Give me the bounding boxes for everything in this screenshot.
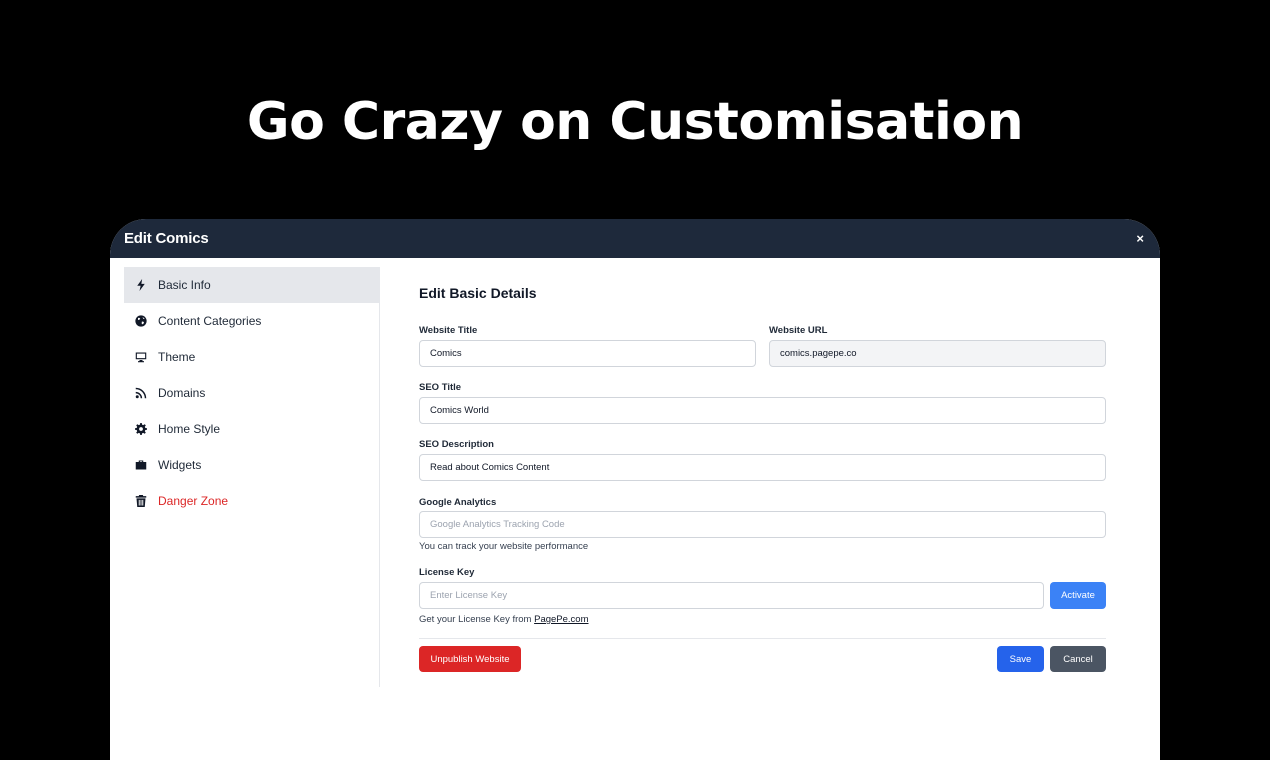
pagepe-link[interactable]: PagePe.com [534, 614, 588, 625]
license-key-help-text: Get your License Key from [419, 614, 535, 625]
trash-icon [133, 493, 149, 509]
sidebar-item-content-categories[interactable]: Content Categories [124, 303, 379, 339]
sidebar-item-danger-zone[interactable]: Danger Zone [124, 483, 379, 519]
form-divider [419, 638, 1106, 639]
modal-header: Edit Comics × [110, 219, 1160, 258]
google-analytics-label: Google Analytics [419, 497, 497, 508]
seo-title-label: SEO Title [419, 382, 462, 393]
section-title: Edit Basic Details [419, 285, 537, 301]
cancel-button[interactable]: Cancel [1050, 646, 1106, 672]
edit-modal: Edit Comics × Basic Info Content Categor… [110, 219, 1160, 760]
sidebar-item-basic-info[interactable]: Basic Info [124, 267, 379, 303]
website-url-label: Website URL [769, 325, 828, 336]
activate-button[interactable]: Activate [1050, 582, 1106, 609]
google-analytics-help: You can track your website performance [419, 541, 589, 552]
seo-description-input[interactable] [419, 454, 1106, 481]
sidebar: Basic Info Content Categories Theme Doma… [124, 267, 380, 687]
modal-title: Edit Comics [124, 230, 209, 247]
hero-title: Go Crazy on Customisation [246, 92, 1024, 152]
sidebar-item-home-style[interactable]: Home Style [124, 411, 379, 447]
sidebar-item-label: Domains [158, 386, 206, 400]
sidebar-item-widgets[interactable]: Widgets [124, 447, 379, 483]
sidebar-item-label: Danger Zone [158, 494, 229, 508]
sidebar-item-label: Content Categories [158, 314, 262, 328]
sidebar-item-label: Theme [158, 350, 196, 364]
unpublish-website-button[interactable]: Unpublish Website [419, 646, 521, 672]
bolt-icon [133, 277, 149, 293]
license-key-label: License Key [419, 567, 475, 578]
website-title-input[interactable] [419, 340, 756, 367]
sidebar-item-label: Home Style [158, 422, 221, 436]
briefcase-icon [133, 457, 149, 473]
sidebar-item-label: Basic Info [158, 278, 211, 292]
globe-icon [133, 313, 149, 329]
rss-icon [133, 385, 149, 401]
close-icon[interactable]: × [1136, 231, 1144, 246]
license-key-input[interactable] [419, 582, 1044, 609]
sidebar-item-label: Widgets [158, 458, 202, 472]
monitor-icon [133, 349, 149, 365]
gear-icon [133, 421, 149, 437]
website-title-label: Website Title [419, 325, 478, 336]
website-url-input[interactable] [769, 340, 1106, 367]
google-analytics-input[interactable] [419, 511, 1106, 538]
sidebar-item-domains[interactable]: Domains [124, 375, 379, 411]
seo-title-input[interactable] [419, 397, 1106, 424]
license-key-help: Get your License Key from PagePe.com [419, 614, 589, 625]
seo-description-label: SEO Description [419, 439, 494, 450]
save-button[interactable]: Save [997, 646, 1044, 672]
sidebar-item-theme[interactable]: Theme [124, 339, 379, 375]
modal-body: Basic Info Content Categories Theme Doma… [110, 258, 1160, 760]
